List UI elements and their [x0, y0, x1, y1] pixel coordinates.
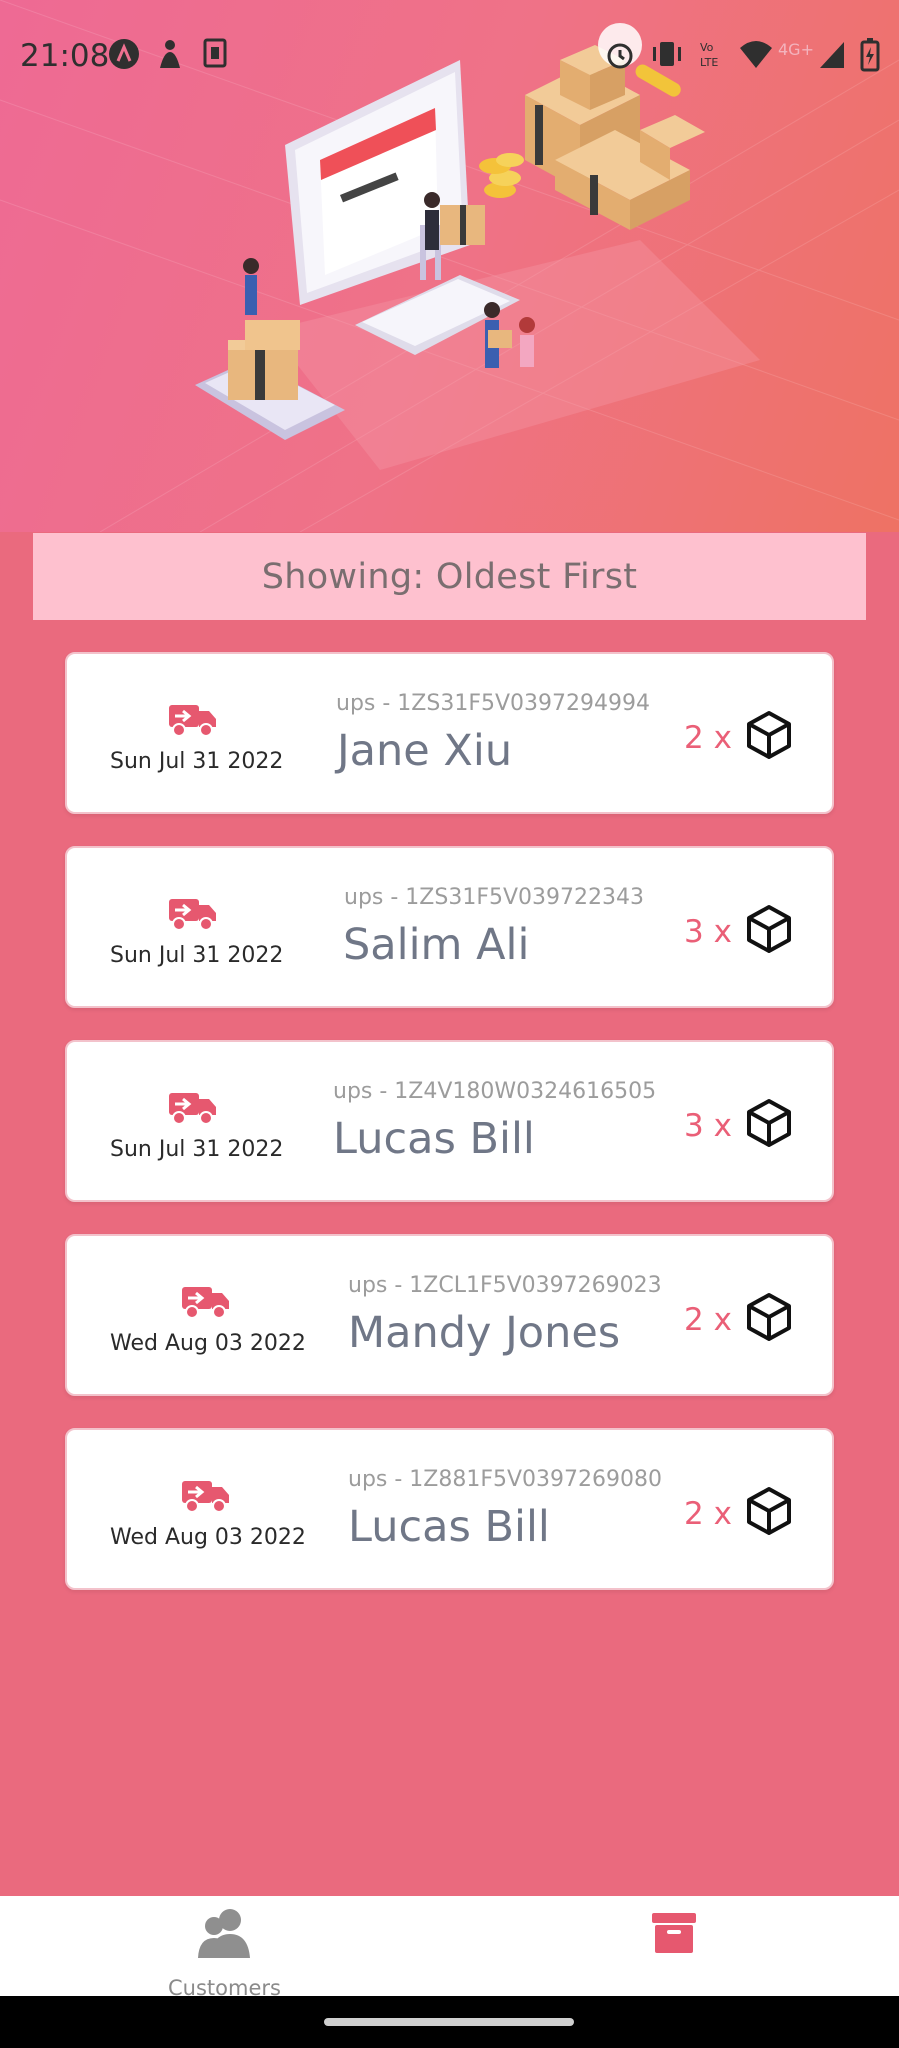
package-quantity: 3 x [684, 1108, 732, 1144]
package-quantity: 2 x [684, 1302, 732, 1338]
customer-name: Jane Xiu [337, 726, 513, 776]
package-box-icon [747, 711, 791, 759]
package-quantity: 3 x [684, 914, 732, 950]
customer-name: Salim Ali [343, 920, 530, 970]
shipment-date: Wed Aug 03 2022 [110, 1525, 306, 1550]
delivery-truck-icon [182, 1481, 229, 1513]
customer-name: Mandy Jones [348, 1308, 621, 1358]
shipment-card[interactable]: Wed Aug 03 2022 ups - 1ZCL1F5V0397269023… [65, 1234, 834, 1396]
alarm-icon [607, 43, 633, 69]
sort-order-banner[interactable]: Showing: Oldest First [33, 533, 866, 620]
system-gesture-bar [0, 1996, 899, 2048]
shipment-date: Sun Jul 31 2022 [110, 943, 284, 968]
sim-notification-icon [203, 38, 227, 68]
battery-charging-icon [860, 38, 880, 72]
shipment-date: Sun Jul 31 2022 [110, 1137, 284, 1162]
tracking-number: ups - 1ZS31F5V039722343 [344, 885, 644, 910]
delivery-truck-icon [169, 705, 216, 737]
status-bar: 21:08 Vo LTE 4G+ [0, 0, 899, 110]
tracking-number: ups - 1Z4V180W0324616505 [333, 1079, 657, 1104]
delivery-truck-icon [169, 899, 216, 931]
customers-icon [198, 1909, 250, 1958]
package-box-icon [747, 905, 791, 953]
customer-name: Lucas Bill [348, 1502, 550, 1552]
volte-icon: Vo LTE [700, 41, 718, 69]
home-gesture-handle[interactable] [324, 2018, 574, 2026]
status-time: 21:08 [20, 38, 110, 74]
svg-text:Vo: Vo [700, 41, 714, 54]
svg-text:LTE: LTE [700, 56, 718, 69]
tracking-number: ups - 1Z881F5V0397269080 [348, 1467, 663, 1492]
customer-name: Lucas Bill [333, 1114, 535, 1164]
shipment-card[interactable]: Sun Jul 31 2022 ups - 1Z4V180W0324616505… [65, 1040, 834, 1202]
shipment-card[interactable]: Sun Jul 31 2022 ups - 1ZS31F5V0397294994… [65, 652, 834, 814]
app-notification-icon [109, 39, 139, 69]
delivery-truck-icon [182, 1287, 229, 1319]
archive-icon [652, 1913, 696, 1953]
shipment-card[interactable]: Wed Aug 03 2022 ups - 1Z881F5V0397269080… [65, 1428, 834, 1590]
package-quantity: 2 x [684, 1496, 732, 1532]
delivery-truck-icon [169, 1093, 216, 1125]
shipment-date: Wed Aug 03 2022 [110, 1331, 306, 1356]
package-quantity: 2 x [684, 720, 732, 756]
package-box-icon [747, 1099, 791, 1147]
vibrate-icon [653, 42, 681, 66]
tracking-number: ups - 1ZCL1F5V0397269023 [348, 1273, 662, 1298]
wifi-icon [740, 41, 772, 68]
nav-archive-tab[interactable] [640, 1896, 710, 1996]
nav-customers-tab[interactable]: Customers [150, 1896, 300, 2000]
cell-signal-icon [820, 42, 844, 68]
shipment-date: Sun Jul 31 2022 [110, 749, 284, 774]
sort-order-label: Showing: Oldest First [261, 556, 638, 597]
package-box-icon [747, 1293, 791, 1341]
tracking-number: ups - 1ZS31F5V0397294994 [336, 691, 650, 716]
bottom-navigation: Customers [0, 1896, 899, 2000]
accessibility-notification-icon [160, 40, 180, 68]
package-box-icon [747, 1487, 791, 1535]
shipment-card[interactable]: Sun Jul 31 2022 ups - 1ZS31F5V039722343 … [65, 846, 834, 1008]
network-type-label: 4G+ [778, 40, 814, 59]
